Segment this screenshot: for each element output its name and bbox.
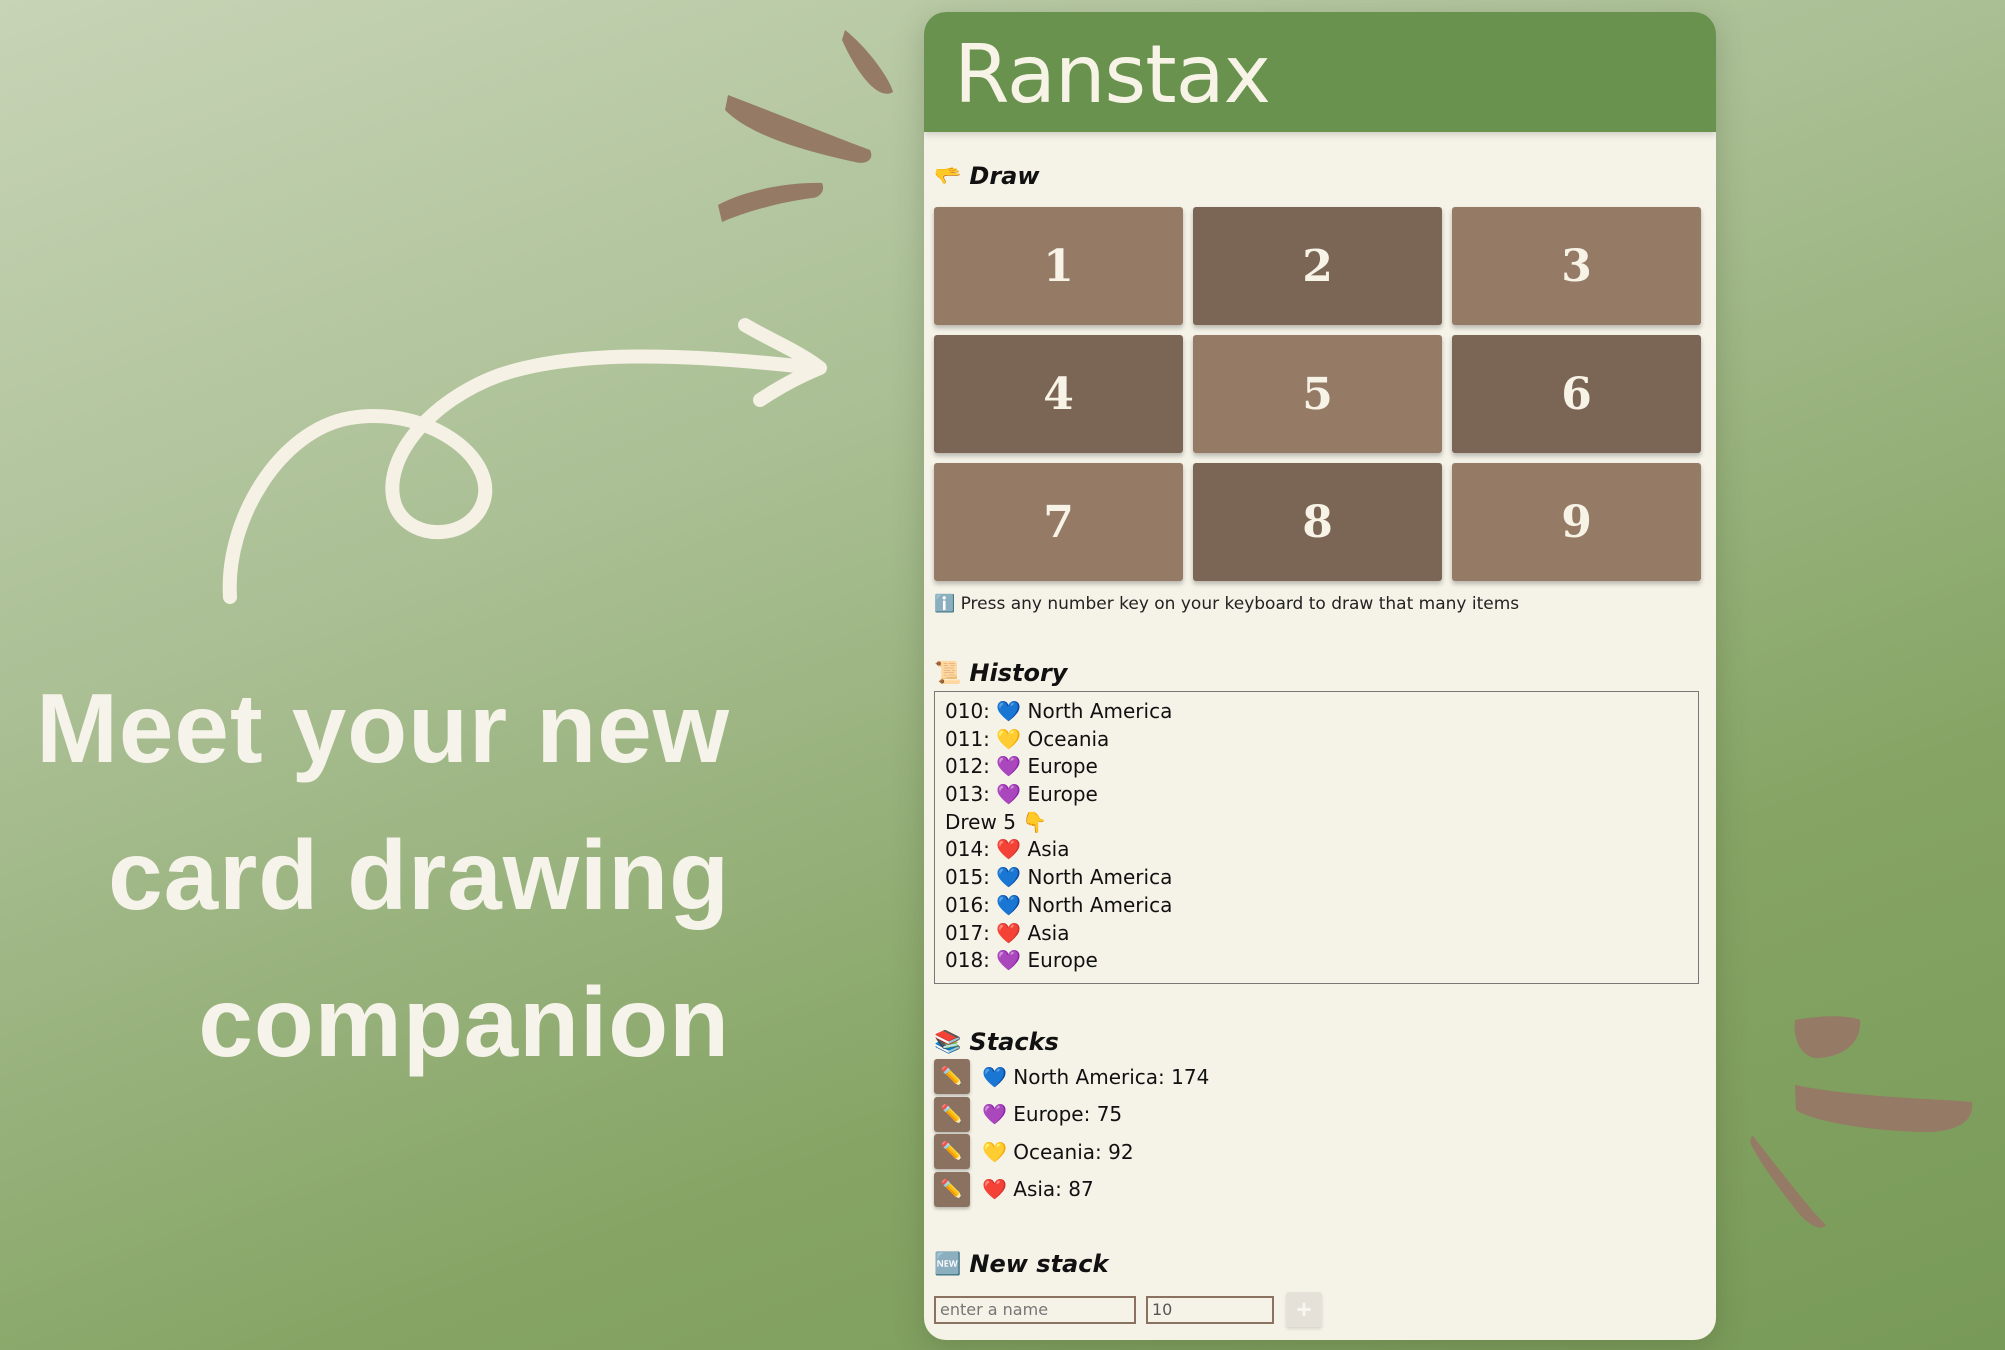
stack-label: 💜 Europe: 75 [982,1102,1123,1127]
brown-stroke [842,30,893,94]
new-stack-section-title: 🆕 New stack [934,1250,1108,1278]
books-icon: 📚 [934,1029,962,1055]
new-badge-icon: 🆕 [934,1251,962,1277]
brown-stroke [725,95,872,163]
tagline-line-3: companion [198,967,730,1077]
stack-item: ✏️ 💙 North America: 174 [934,1058,1209,1096]
brown-stroke [1794,1016,1861,1058]
app-window: Ranstax 🫳 Draw 1 2 3 4 5 6 7 8 9 ℹ️ Pres… [924,12,1716,1340]
history-line: Drew 5 👇 [945,809,1048,834]
new-stack-title: New stack [969,1250,1109,1278]
stacks-title: Stacks [969,1028,1059,1056]
history-line: 016: 💙 North America [945,892,1173,917]
curly-arrow [222,349,822,604]
scroll-icon: 📜 [934,660,962,686]
new-stack-form: + [934,1292,1322,1327]
tagline-line-1: Meet your new [36,673,730,783]
stack-item: ✏️ 💜 Europe: 75 [934,1096,1209,1134]
draw-section-title: 🫳 Draw [934,162,1040,190]
history-line: 015: 💙 North America [945,865,1173,890]
history-line: 012: 💜 Europe [945,754,1098,779]
tagline-line-2: card drawing [108,820,730,930]
edit-stack-button[interactable]: ✏️ [934,1171,970,1207]
draw-7-button[interactable]: 7 [934,463,1183,581]
history-section-title: 📜 History [934,659,1067,687]
stacks-list: ✏️ 💙 North America: 174 ✏️ 💜 Europe: 75 … [934,1058,1209,1208]
stack-label: 💛 Oceania: 92 [982,1139,1134,1164]
stacks-section-title: 📚 Stacks [934,1028,1059,1056]
history-title: History [969,659,1068,687]
stack-count-input[interactable] [1146,1295,1274,1324]
stack-item: ✏️ 💛 Oceania: 92 [934,1133,1209,1171]
brown-stroke [1750,1135,1826,1228]
draw-1-button[interactable]: 1 [934,207,1183,325]
edit-stack-button[interactable]: ✏️ [934,1059,970,1095]
history-line: 017: ❤️ Asia [945,920,1070,945]
stack-label: ❤️ Asia: 87 [982,1177,1094,1202]
edit-stack-button[interactable]: ✏️ [934,1096,970,1132]
edit-stack-button[interactable]: ✏️ [934,1134,970,1170]
stack-name-input[interactable] [934,1295,1136,1324]
history-log[interactable]: 010: 💙 North America 011: 💛 Oceania 012:… [934,691,1699,984]
draw-button-grid: 1 2 3 4 5 6 7 8 9 [934,207,1704,581]
draw-3-button[interactable]: 3 [1452,207,1701,325]
history-line: 018: 💜 Europe [945,948,1098,973]
draw-9-button[interactable]: 9 [1452,463,1701,581]
app-header: Ranstax [924,12,1716,132]
stack-label: 💙 North America: 174 [982,1064,1210,1089]
tagline: Meet your new card drawing companion [30,655,730,1096]
stack-item: ✏️ ❤️ Asia: 87 [934,1171,1209,1209]
history-line: 010: 💙 North America [945,699,1173,723]
draw-title: Draw [969,162,1040,190]
draw-hint: ℹ️ Press any number key on your keyboard… [934,594,1520,614]
draw-2-button[interactable]: 2 [1193,207,1442,325]
draw-8-button[interactable]: 8 [1193,463,1442,581]
hand-icon: 🫳 [934,163,962,189]
brown-stroke [1795,1085,1973,1133]
history-line: 014: ❤️ Asia [945,837,1070,862]
brown-stroke [718,182,824,222]
draw-6-button[interactable]: 6 [1452,335,1701,453]
app-title: Ranstax [954,28,1271,121]
draw-5-button[interactable]: 5 [1193,335,1442,453]
add-stack-button[interactable]: + [1286,1292,1322,1327]
arrow-head [738,318,827,407]
history-line: 011: 💛 Oceania [945,726,1110,751]
draw-4-button[interactable]: 4 [934,335,1183,453]
history-line: 013: 💜 Europe [945,782,1098,807]
